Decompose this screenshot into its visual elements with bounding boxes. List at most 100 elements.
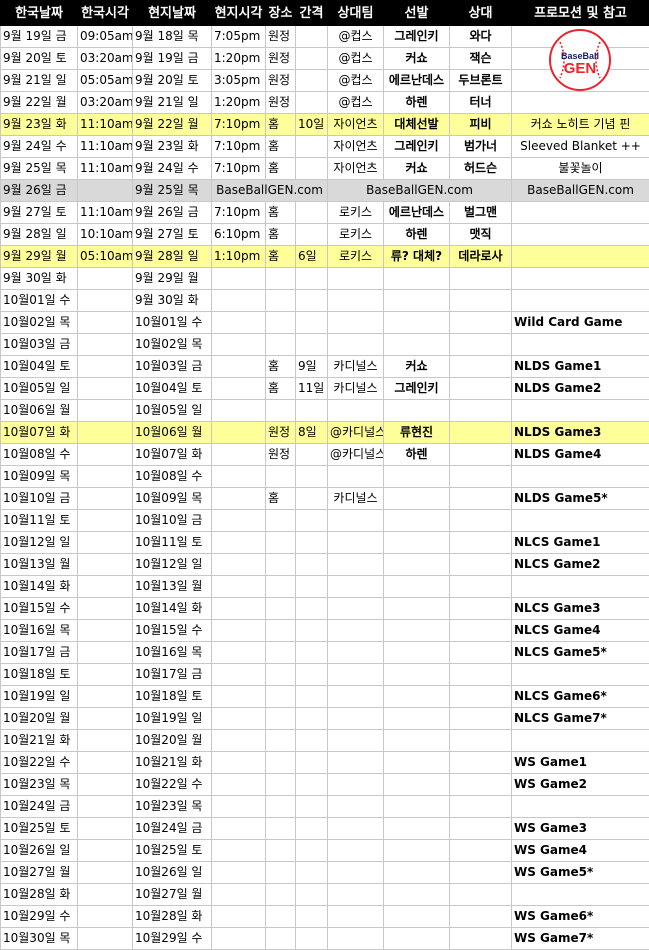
gap-cell	[296, 48, 328, 70]
schedule-table: 한국날짜 한국시각 현지날짜 현지시각 장소 간격 상대팀 선발 상대 프로모션…	[0, 0, 649, 950]
local-time-cell	[212, 686, 266, 708]
promotion-cell	[512, 576, 649, 598]
starter-cell: 대체선발	[384, 114, 450, 136]
table-row: 9월 28일 일10:10am9월 27일 토6:10pm홈로키스하렌맷직	[1, 224, 649, 246]
starter-cell	[384, 862, 450, 884]
korea-time-cell	[78, 180, 133, 202]
local-time-cell: 1:10pm	[212, 246, 266, 268]
table-row: 10월17일 금10월16일 목NLCS Game5*	[1, 642, 649, 664]
opponent-starter-cell: 와다	[450, 26, 512, 48]
local-time-cell	[212, 334, 266, 356]
opponent-team-cell	[328, 642, 384, 664]
gap-cell	[296, 290, 328, 312]
promotion-cell: NLCS Game3	[512, 598, 649, 620]
local-date-cell: 10월06일 월	[133, 422, 212, 444]
table-row: 9월 19일 금09:05am9월 18일 목7:05pm원정@컵스그레인키와다	[1, 26, 649, 48]
local-date-cell: 10월07일 화	[133, 444, 212, 466]
opponent-starter-cell	[450, 796, 512, 818]
place-cell: 홈	[266, 356, 296, 378]
local-date-cell: 10월03일 금	[133, 356, 212, 378]
table-row: 10월06일 월10월05일 일	[1, 400, 649, 422]
table-row: 9월 26일 금9월 25일 목BaseBallGEN.comBaseBallG…	[1, 180, 649, 202]
opponent-starter-cell: 잭슨	[450, 48, 512, 70]
opponent-team-cell: 카디널스	[328, 356, 384, 378]
table-row: 9월 29일 월05:10am9월 28일 일1:10pm홈6일로키스류? 대체…	[1, 246, 649, 268]
header-korea-time: 한국시각	[78, 1, 133, 26]
opponent-starter-cell	[450, 466, 512, 488]
opponent-team-cell	[328, 752, 384, 774]
opponent-starter-cell	[450, 708, 512, 730]
promotion-cell	[512, 290, 649, 312]
local-date-cell: 10월28일 화	[133, 906, 212, 928]
table-row: 10월04일 토10월03일 금홈9일카디널스커쇼NLDS Game1	[1, 356, 649, 378]
header-opponent-team: 상대팀	[328, 1, 384, 26]
local-time-cell: 7:10pm	[212, 114, 266, 136]
promotion-cell: Wild Card Game	[512, 312, 649, 334]
opponent-team-cell	[328, 884, 384, 906]
starter-cell	[384, 928, 450, 950]
opponent-starter-cell: 데라로사	[450, 246, 512, 268]
korea-date-cell: 10월23일 목	[1, 774, 78, 796]
korea-date-cell: 10월03일 금	[1, 334, 78, 356]
korea-date-cell: 9월 25일 목	[1, 158, 78, 180]
starter-cell	[384, 488, 450, 510]
table-row: 10월22일 수10월21일 화WS Game1	[1, 752, 649, 774]
local-time-cell	[212, 708, 266, 730]
local-date-cell: 10월15일 수	[133, 620, 212, 642]
place-cell	[266, 840, 296, 862]
place-cell: 원정	[266, 444, 296, 466]
opponent-starter-cell	[450, 620, 512, 642]
table-row: 9월 22일 월03:20am9월 21일 일1:20pm원정@컵스하렌터너	[1, 92, 649, 114]
place-cell: 홈	[266, 136, 296, 158]
korea-date-cell: 10월04일 토	[1, 356, 78, 378]
gap-cell	[296, 444, 328, 466]
korea-date-cell: 10월16일 목	[1, 620, 78, 642]
korea-time-cell	[78, 620, 133, 642]
opponent-team-cell	[328, 554, 384, 576]
local-time-cell	[212, 510, 266, 532]
starter-cell	[384, 466, 450, 488]
korea-time-cell	[78, 818, 133, 840]
opponent-team-cell	[328, 466, 384, 488]
promotion-cell: WS Game3	[512, 818, 649, 840]
local-time-cell	[212, 466, 266, 488]
watermark-cell: BaseBallGEN.com	[212, 180, 328, 202]
starter-cell	[384, 818, 450, 840]
local-date-cell: 10월19일 일	[133, 708, 212, 730]
starter-cell	[384, 400, 450, 422]
korea-date-cell: 9월 30일 화	[1, 268, 78, 290]
gap-cell	[296, 840, 328, 862]
local-time-cell	[212, 862, 266, 884]
opponent-team-cell: 자이언츠	[328, 158, 384, 180]
promotion-cell	[512, 884, 649, 906]
gap-cell	[296, 92, 328, 114]
korea-time-cell	[78, 422, 133, 444]
local-time-cell: 7:05pm	[212, 26, 266, 48]
promotion-cell	[512, 70, 649, 92]
table-row: 9월 25일 목11:10am9월 24일 수7:10pm홈자이언츠커쇼허드슨불…	[1, 158, 649, 180]
opponent-team-cell	[328, 532, 384, 554]
place-cell: 원정	[266, 26, 296, 48]
local-date-cell: 9월 28일 일	[133, 246, 212, 268]
opponent-team-cell	[328, 686, 384, 708]
starter-cell: 하렌	[384, 444, 450, 466]
starter-cell: 에르난데스	[384, 70, 450, 92]
opponent-team-cell	[328, 906, 384, 928]
opponent-starter-cell: 피비	[450, 114, 512, 136]
opponent-starter-cell: 범가너	[450, 136, 512, 158]
korea-time-cell	[78, 510, 133, 532]
promotion-cell: NLDS Game2	[512, 378, 649, 400]
korea-date-cell: 10월27일 월	[1, 862, 78, 884]
korea-date-cell: 10월12일 일	[1, 532, 78, 554]
starter-cell	[384, 774, 450, 796]
opponent-starter-cell	[450, 752, 512, 774]
local-time-cell	[212, 554, 266, 576]
promotion-cell	[512, 268, 649, 290]
place-cell	[266, 730, 296, 752]
place-cell	[266, 334, 296, 356]
korea-date-cell: 10월18일 토	[1, 664, 78, 686]
korea-date-cell: 10월15일 수	[1, 598, 78, 620]
opponent-starter-cell	[450, 400, 512, 422]
korea-time-cell	[78, 488, 133, 510]
place-cell	[266, 906, 296, 928]
